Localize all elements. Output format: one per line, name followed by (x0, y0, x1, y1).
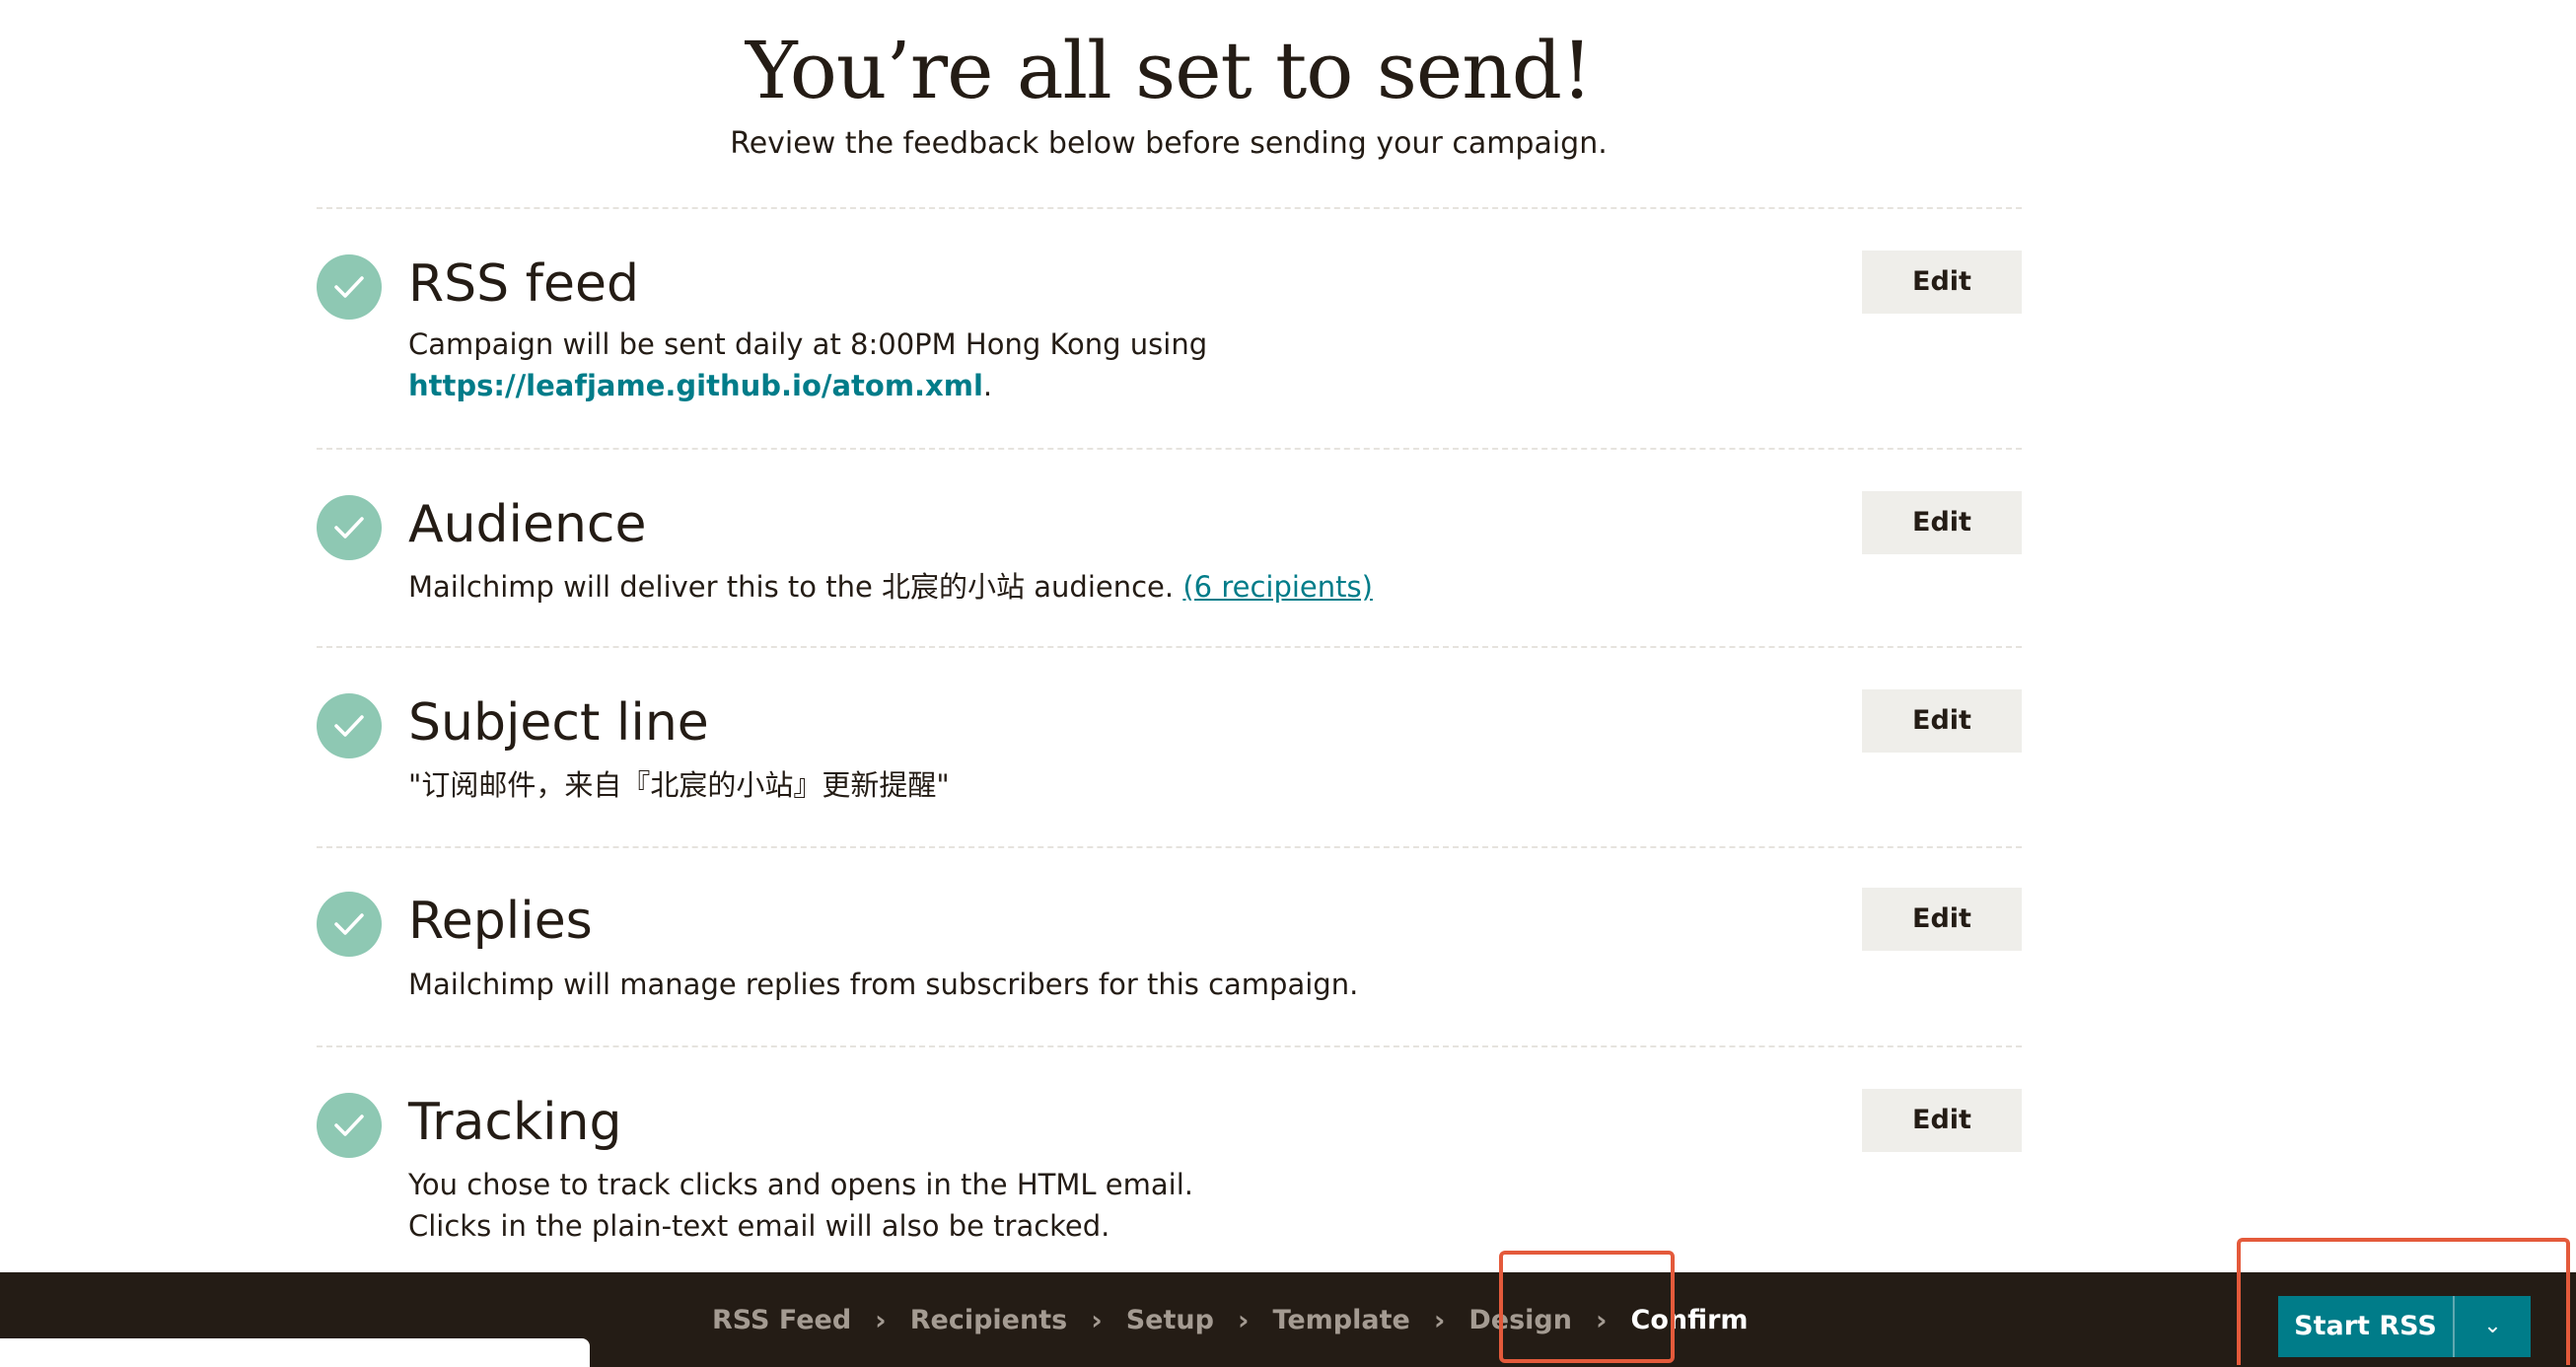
checklist-item-replies: Replies Mailchimp will manage replies fr… (317, 846, 2022, 1045)
step-rss-feed[interactable]: RSS Feed (712, 1305, 851, 1335)
chevron-right-icon: › (1091, 1303, 1103, 1336)
checklist-item-rss-feed: RSS feed Campaign will be sent daily at … (317, 207, 2022, 448)
item-description: Campaign will be sent daily at 8:00PM Ho… (408, 324, 1789, 406)
checklist-item-audience: Audience Mailchimp will deliver this to … (317, 448, 2022, 646)
item-title: Audience (408, 495, 647, 554)
item-title: Subject line (408, 693, 709, 753)
highlight-start-rss-button (2237, 1238, 2570, 1365)
check-circle-icon (317, 693, 382, 758)
item-description: You chose to track clicks and opens in t… (408, 1164, 1789, 1247)
bottom-panel-edge (0, 1338, 590, 1367)
description-text: Mailchimp will deliver this to the 北宸的小站… (408, 570, 1183, 604)
check-circle-icon (317, 892, 382, 957)
description-text: Clicks in the plain-text email will also… (408, 1209, 1110, 1243)
edit-rss-feed-button[interactable]: Edit (1862, 251, 2022, 314)
edit-tracking-button[interactable]: Edit (1862, 1089, 2022, 1152)
checklist-item-subject-line: Subject line "订阅邮件，来自『北宸的小站』更新提醒" Edit (317, 646, 2022, 846)
chevron-right-icon: › (1237, 1303, 1250, 1336)
item-title: RSS feed (408, 254, 639, 314)
chevron-right-icon: › (875, 1303, 887, 1336)
check-circle-icon (317, 254, 382, 320)
step-setup[interactable]: Setup (1126, 1305, 1214, 1335)
chevron-right-icon: › (1433, 1303, 1446, 1336)
edit-audience-button[interactable]: Edit (1862, 491, 2022, 554)
checklist-item-tracking: Tracking You chose to track clicks and o… (317, 1045, 2022, 1274)
description-text: You chose to track clicks and opens in t… (408, 1168, 1193, 1201)
description-text: Campaign will be sent daily at 8:00PM Ho… (408, 327, 1208, 361)
checklist: RSS feed Campaign will be sent daily at … (317, 207, 2022, 1274)
item-description: "订阅邮件，来自『北宸的小站』更新提醒" (408, 768, 950, 802)
highlight-confirm-step (1499, 1251, 1675, 1363)
item-title: Tracking (408, 1093, 622, 1152)
edit-subject-line-button[interactable]: Edit (1862, 689, 2022, 753)
step-recipients[interactable]: Recipients (910, 1305, 1067, 1335)
rss-feed-link[interactable]: https://leafjame.github.io/atom.xml (408, 369, 983, 402)
page-subtitle: Review the feedback below before sending… (730, 126, 1608, 161)
check-circle-icon (317, 1093, 382, 1158)
description-line: https://leafjame.github.io/atom.xml. (408, 365, 1789, 406)
campaign-confirm-page: You’re all set to send! Review the feedb… (0, 0, 2576, 1367)
item-description: Mailchimp will manage replies from subsc… (408, 968, 1359, 1001)
edit-replies-button[interactable]: Edit (1862, 888, 2022, 951)
step-template[interactable]: Template (1273, 1305, 1410, 1335)
page-title: You’re all set to send! (745, 25, 1593, 116)
item-title: Replies (408, 892, 593, 951)
link-suffix: . (982, 369, 993, 402)
item-description: Mailchimp will deliver this to the 北宸的小站… (408, 566, 1789, 608)
check-circle-icon (317, 495, 382, 560)
recipients-link[interactable]: (6 recipients) (1182, 570, 1373, 604)
